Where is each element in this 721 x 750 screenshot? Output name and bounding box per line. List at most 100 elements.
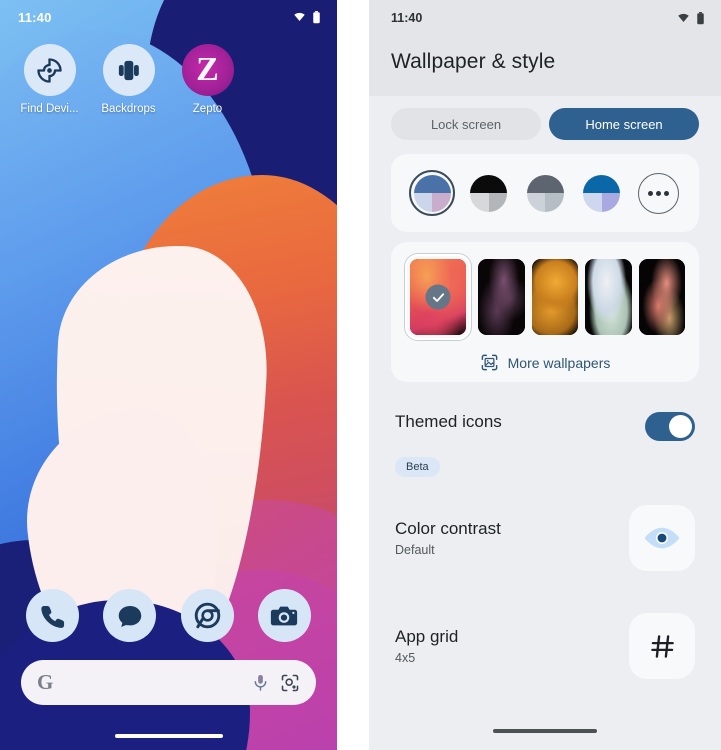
app-label: Backdrops xyxy=(101,103,156,115)
battery-icon xyxy=(697,11,704,24)
home-gesture-bar[interactable] xyxy=(493,729,597,733)
google-search-bar[interactable]: G xyxy=(21,660,316,705)
swatch-bottom-right xyxy=(601,193,620,212)
dock xyxy=(0,589,337,642)
app-zepto[interactable]: Z Zepto xyxy=(168,44,247,115)
thumbnail-image xyxy=(478,259,525,335)
setting-subtitle: 4x5 xyxy=(395,651,416,665)
setting-row-color-contrast[interactable]: Color contrast Default xyxy=(369,477,721,587)
thumbnail-image xyxy=(638,259,685,335)
app-label: Find Devi... xyxy=(20,103,79,115)
color-swatch-row xyxy=(391,154,699,232)
wallpaper-thumbnail-row xyxy=(391,254,699,340)
app-label: Zepto xyxy=(192,103,223,115)
more-wallpapers-button[interactable]: More wallpapers xyxy=(391,353,699,372)
check-icon xyxy=(432,292,444,302)
grid-hash-icon xyxy=(650,634,674,658)
image-frame-icon xyxy=(481,354,497,371)
swatch-bottom-left xyxy=(583,193,602,212)
setting-title: Themed icons xyxy=(395,412,502,431)
zepto-glyph: Z xyxy=(196,51,219,88)
swatch-quadrants xyxy=(526,174,564,212)
swatch-top xyxy=(470,174,507,193)
setting-title: Color contrast xyxy=(395,519,501,538)
dock-item-chrome[interactable] xyxy=(180,589,234,642)
status-icons xyxy=(676,11,705,25)
battery-icon xyxy=(313,10,320,23)
dock-item-messages[interactable] xyxy=(103,589,157,642)
camera-icon xyxy=(271,606,298,625)
swatch-bottom-left xyxy=(413,193,432,212)
app-grid-tile[interactable] xyxy=(629,613,695,679)
dock-item-phone[interactable] xyxy=(26,589,80,642)
dot xyxy=(655,190,661,196)
status-icons xyxy=(292,10,321,24)
eye-icon xyxy=(644,527,680,549)
swatch-bottom-right xyxy=(488,193,507,212)
tab-home-screen[interactable]: Home screen xyxy=(549,108,699,140)
home-gesture-bar[interactable] xyxy=(114,734,223,738)
color-contrast-tile[interactable] xyxy=(629,505,695,571)
screenshot-stage: 11:40 Find Devi... Backdrops Z Zepto G 1… xyxy=(0,0,721,750)
more-wallpapers-label: More wallpapers xyxy=(507,354,611,371)
home-screen-phone: 11:40 Find Devi... Backdrops Z Zepto G xyxy=(0,0,337,750)
themed-icons-toggle[interactable] xyxy=(645,412,695,441)
google-g-icon: G xyxy=(37,670,54,694)
setting-row-themed-icons[interactable]: Themed icons xyxy=(369,392,721,447)
swatch-bottom-right xyxy=(432,193,451,212)
swatch-top xyxy=(583,174,620,193)
phone-icon xyxy=(40,605,64,628)
swatch-bottom-left xyxy=(470,193,489,212)
wifi-icon xyxy=(678,13,689,22)
tab-lock-screen[interactable]: Lock screen xyxy=(391,108,541,140)
tab-label: Lock screen xyxy=(430,116,502,132)
setting-subtitle: Default xyxy=(395,543,435,557)
swatch-bottom-right xyxy=(545,193,564,212)
wallpaper-rose[interactable] xyxy=(405,254,471,340)
page-header: Wallpaper & style xyxy=(369,36,721,96)
wallpaper-gold[interactable] xyxy=(531,259,578,335)
thumbnail-image xyxy=(585,259,632,335)
setting-row-app-grid[interactable]: App grid 4x5 xyxy=(369,587,721,695)
more-colors-button[interactable] xyxy=(635,170,681,216)
swatch-quadrants xyxy=(413,174,451,212)
setting-title: App grid xyxy=(395,627,459,646)
swatch-top xyxy=(526,174,564,193)
status-bar: 11:40 xyxy=(0,0,337,34)
dot xyxy=(647,190,653,196)
status-bar: 11:40 xyxy=(369,0,721,36)
selected-check-badge xyxy=(425,284,451,310)
wifi-icon xyxy=(294,12,305,21)
find-device-icon xyxy=(23,44,76,96)
page-title: Wallpaper & style xyxy=(391,50,556,73)
zepto-icon: Z xyxy=(181,44,234,96)
color-swatch-3[interactable] xyxy=(522,170,568,216)
microphone-icon[interactable] xyxy=(251,673,270,692)
swatch-bottom-left xyxy=(526,193,545,212)
status-clock: 11:40 xyxy=(391,11,423,25)
wallpapers-card: More wallpapers xyxy=(391,242,699,382)
color-swatch-1[interactable] xyxy=(409,170,455,216)
chrome-icon xyxy=(194,602,220,629)
color-swatch-2[interactable] xyxy=(466,170,512,216)
swatch-quadrants xyxy=(583,174,620,212)
backdrops-glyph xyxy=(118,60,139,80)
wallpaper-coral[interactable] xyxy=(638,259,685,335)
color-swatches-card xyxy=(391,154,699,232)
more-dots-icon xyxy=(637,172,679,214)
thumbnail-image xyxy=(531,259,578,335)
swatch-top xyxy=(413,174,451,193)
swatch-quadrants xyxy=(470,174,507,212)
wallpaper-purple[interactable] xyxy=(478,259,525,335)
wallpaper-white[interactable] xyxy=(585,259,632,335)
messages-icon xyxy=(118,605,142,627)
wallpaper-thumbnail xyxy=(410,259,466,335)
google-lens-icon[interactable] xyxy=(280,673,300,693)
color-swatch-4[interactable] xyxy=(579,170,625,216)
wallpaper-style-settings: 11:40 Wallpaper & style Lock screen Home… xyxy=(369,0,721,750)
app-row: Find Devi... Backdrops Z Zepto xyxy=(0,44,337,115)
app-backdrops[interactable]: Backdrops xyxy=(89,44,168,115)
dock-item-camera[interactable] xyxy=(257,589,311,642)
app-find-device[interactable]: Find Devi... xyxy=(10,44,89,115)
screen-tabs: Lock screen Home screen xyxy=(369,96,721,154)
